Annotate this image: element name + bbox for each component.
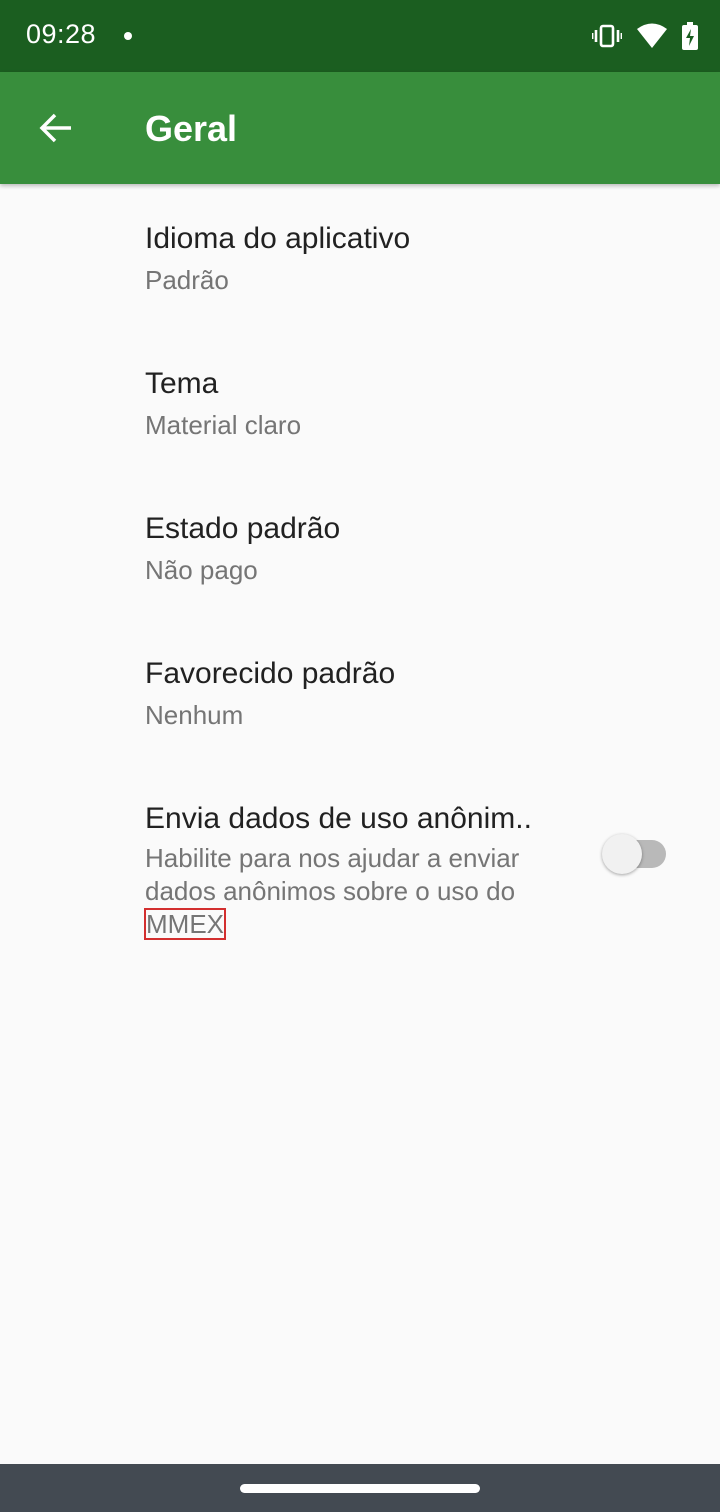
battery-charging-icon: [682, 22, 698, 50]
send-usage-toggle[interactable]: [602, 832, 668, 876]
status-bar: 09:28: [0, 0, 720, 72]
pref-summary: Material claro: [145, 410, 302, 440]
preferences-list: Idioma do aplicativo Padrão Tema Materia…: [0, 184, 720, 944]
home-handle[interactable]: [240, 1484, 480, 1493]
arrow-back-icon: [39, 113, 71, 143]
back-button[interactable]: [24, 96, 88, 160]
pref-summary: Padrão: [145, 265, 229, 295]
pref-title: Tema: [145, 367, 219, 400]
toolbar: Geral: [0, 72, 720, 184]
pref-title: Idioma do aplicativo: [145, 222, 411, 255]
pref-summary-text: Habilite para nos ajudar a enviar dados …: [145, 843, 520, 906]
pref-title: Envia dados de uso anônim..: [145, 802, 532, 835]
wifi-icon: [637, 23, 667, 48]
pref-summary: Nenhum: [145, 700, 244, 730]
pref-default-status[interactable]: Estado padrão Não pago: [0, 474, 720, 619]
status-time: 09:28: [26, 19, 97, 49]
pref-summary: Não pago: [145, 555, 258, 585]
vibrate-icon: [592, 24, 622, 48]
pref-title: Favorecido padrão: [145, 657, 396, 690]
pref-app-language[interactable]: Idioma do aplicativo Padrão: [0, 184, 720, 329]
pref-summary: Habilite para nos ajudar a enviar dados …: [144, 842, 565, 941]
pref-default-payee[interactable]: Favorecido padrão Nenhum: [0, 619, 720, 764]
status-icons: [592, 20, 698, 52]
notification-dot-icon: [124, 32, 132, 40]
page-title: Geral: [145, 108, 238, 149]
pref-summary-app-name: MMEX: [144, 908, 226, 940]
pref-title: Estado padrão: [145, 512, 341, 545]
toggle-thumb: [602, 834, 642, 874]
pref-theme[interactable]: Tema Material claro: [0, 329, 720, 474]
navigation-bar: [0, 1464, 720, 1512]
pref-send-usage-data[interactable]: Envia dados de uso anônim.. Habilite par…: [0, 764, 720, 944]
